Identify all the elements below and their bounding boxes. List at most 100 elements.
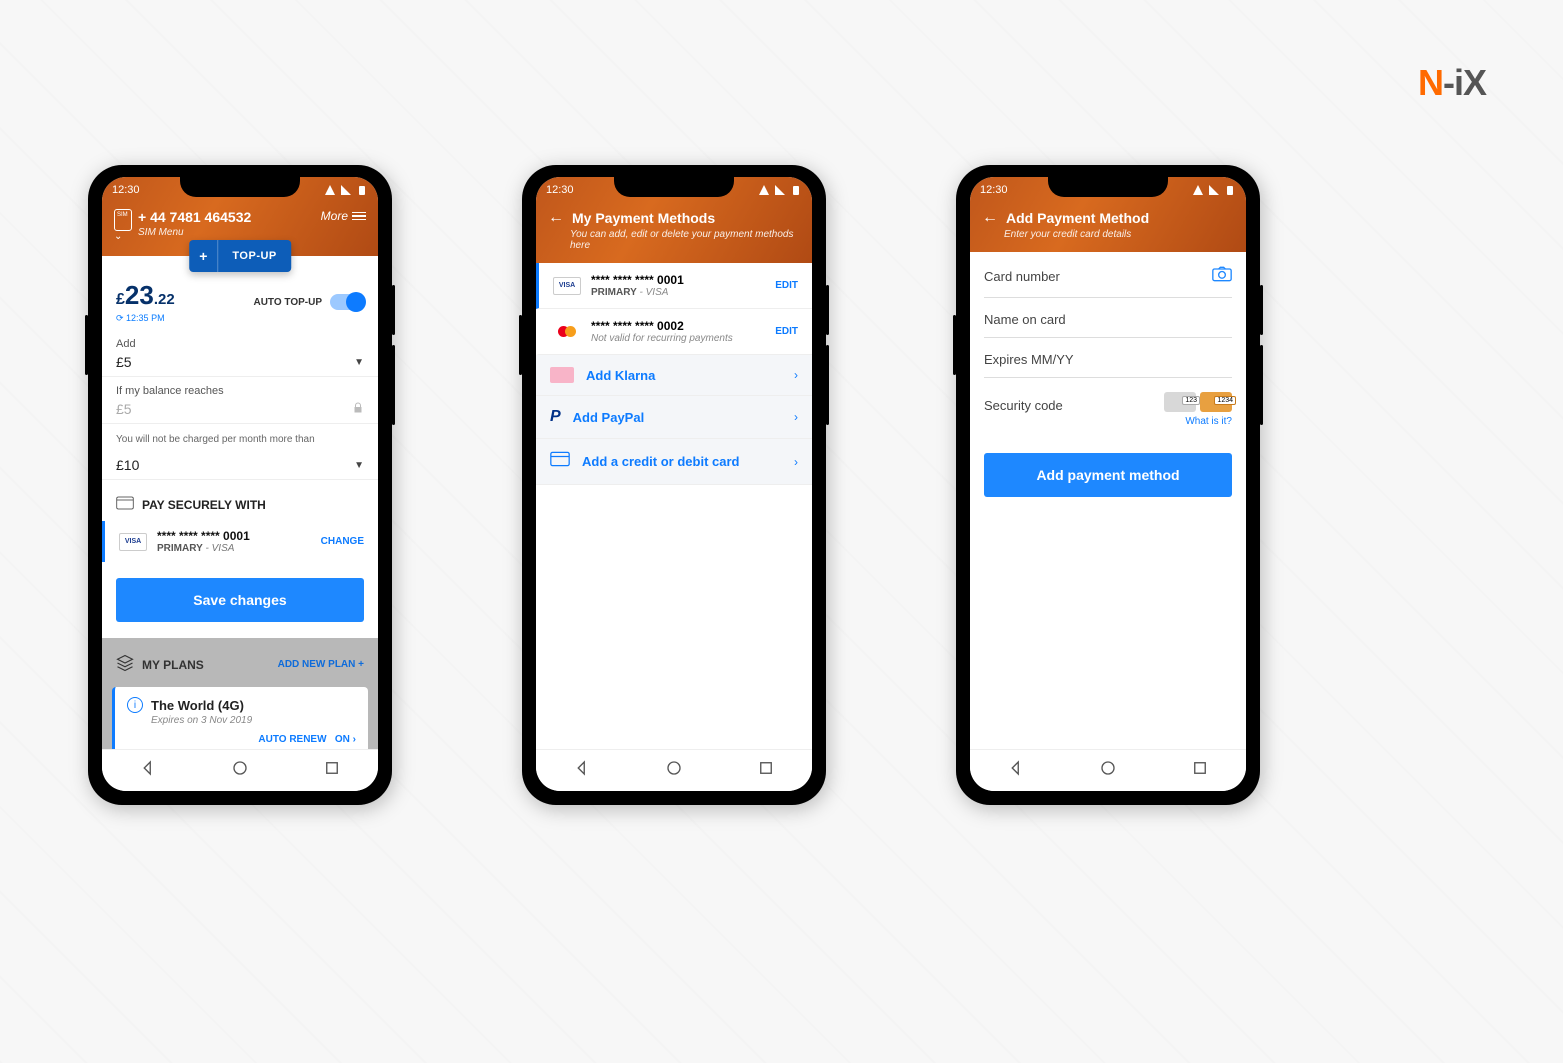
what-is-it-link[interactable]: What is it? <box>1164 416 1232 427</box>
credit-card-icon <box>550 451 570 472</box>
cap-note: You will not be charged per month more t… <box>102 424 378 445</box>
nav-back-button[interactable] <box>1007 759 1025 782</box>
phone-mockup-2: 12:30 ← My Payment Methods You can add, … <box>522 165 826 805</box>
device-notch <box>614 177 734 197</box>
status-time: 12:30 <box>980 184 1008 196</box>
field-label: If my balance reaches <box>116 385 364 397</box>
android-navbar <box>102 749 378 791</box>
android-navbar <box>536 749 812 791</box>
camera-icon[interactable] <box>1212 266 1232 287</box>
change-card-link[interactable]: CHANGE <box>321 536 364 547</box>
auto-renew-label: AUTO RENEW <box>258 734 326 745</box>
brand-logo: N-iX <box>1418 62 1486 104</box>
threshold-field: If my balance reaches £5 <box>102 377 378 424</box>
sim-icon[interactable]: ⌄ <box>114 209 132 242</box>
field-label: Add <box>116 338 364 350</box>
device-notch <box>180 177 300 197</box>
page-title: My Payment Methods <box>572 210 715 226</box>
status-icons <box>758 184 802 196</box>
field-label: Name on card <box>984 312 1066 327</box>
field-label: Security code <box>984 392 1063 413</box>
nav-home-button[interactable] <box>665 759 683 782</box>
page-subtitle: Enter your credit card details <box>1004 229 1234 240</box>
edit-card-link[interactable]: EDIT <box>775 326 798 337</box>
status-icons <box>1192 184 1236 196</box>
edit-card-link[interactable]: EDIT <box>775 280 798 291</box>
device-notch <box>1048 177 1168 197</box>
card-number-field[interactable]: Card number <box>984 252 1232 298</box>
add-amount-field[interactable]: Add £5 ▼ <box>102 330 378 377</box>
expires-field[interactable]: Expires MM/YY <box>984 338 1232 378</box>
balance-amount: £23.22 <box>116 280 175 311</box>
status-time: 12:30 <box>112 184 140 196</box>
add-payment-method-button[interactable]: Add payment method <box>984 453 1232 497</box>
wallet-icon <box>116 496 134 513</box>
security-code-illustration: 123 1234 <box>1164 392 1232 412</box>
nav-home-button[interactable] <box>1099 759 1117 782</box>
save-changes-button[interactable]: Save changes <box>116 578 364 622</box>
field-value: £5 <box>116 354 132 370</box>
auto-topup-label: AUTO TOP-UP <box>253 297 322 308</box>
more-menu[interactable]: More <box>321 209 366 223</box>
topup-label: TOP-UP <box>218 242 290 270</box>
add-klarna-item[interactable]: Add Klarna › <box>536 355 812 396</box>
field-label: Card number <box>984 269 1060 284</box>
auto-renew-state[interactable]: ON › <box>335 734 356 745</box>
klarna-icon <box>550 367 574 383</box>
paypal-icon: P <box>550 408 561 426</box>
pay-with-heading: PAY SECURELY WITH <box>102 480 378 521</box>
nav-recent-button[interactable] <box>757 759 775 782</box>
status-time: 12:30 <box>546 184 574 196</box>
card-note: Not valid for recurring payments <box>591 333 765 344</box>
field-value: £5 <box>116 401 132 417</box>
caret-down-icon: ▼ <box>354 357 364 368</box>
payment-card-visa[interactable]: VISA **** **** **** 0001 PRIMARY - VISA … <box>536 263 812 309</box>
balance-refreshed[interactable]: ⟳ 12:35 PM <box>116 313 175 324</box>
auto-topup-toggle[interactable] <box>330 294 364 310</box>
add-new-plan-link[interactable]: ADD NEW PLAN + <box>278 659 364 670</box>
add-paypal-item[interactable]: P Add PayPal › <box>536 396 812 439</box>
header-phone-number: + 44 7481 464532 <box>138 209 251 225</box>
item-label: Add a credit or debit card <box>582 454 782 469</box>
field-label: Expires MM/YY <box>984 352 1074 367</box>
stack-icon <box>116 654 134 675</box>
mastercard-icon <box>553 323 581 341</box>
back-arrow-icon[interactable]: ← <box>548 209 564 227</box>
plan-expires: Expires on 3 Nov 2019 <box>151 715 356 726</box>
nav-home-button[interactable] <box>231 759 249 782</box>
page-subtitle: You can add, edit or delete your payment… <box>570 229 800 251</box>
page-title: Add Payment Method <box>1006 210 1149 226</box>
chevron-right-icon: › <box>794 368 798 382</box>
plan-name: The World (4G) <box>151 698 244 713</box>
visa-icon: VISA <box>553 277 581 295</box>
chevron-down-icon: ⌄ <box>114 231 132 242</box>
nav-recent-button[interactable] <box>323 759 341 782</box>
payment-card-mastercard[interactable]: **** **** **** 0002 Not valid for recurr… <box>536 309 812 355</box>
add-credit-card-item[interactable]: Add a credit or debit card › <box>536 439 812 485</box>
card-number: **** **** **** 0001 <box>591 273 765 287</box>
nav-recent-button[interactable] <box>1191 759 1209 782</box>
security-code-field[interactable]: Security code 123 1234 What is it? <box>984 378 1232 437</box>
plus-icon: + <box>189 240 218 272</box>
status-icons <box>324 184 368 196</box>
info-icon[interactable]: i <box>127 697 143 713</box>
nav-back-button[interactable] <box>139 759 157 782</box>
item-label: Add Klarna <box>586 368 782 383</box>
field-value: £10 <box>116 457 139 473</box>
nav-back-button[interactable] <box>573 759 591 782</box>
chevron-right-icon: › <box>794 455 798 469</box>
my-plans-section: MY PLANS ADD NEW PLAN + i The World (4G)… <box>102 638 378 749</box>
name-on-card-field[interactable]: Name on card <box>984 298 1232 338</box>
chevron-right-icon: › <box>794 410 798 424</box>
more-label: More <box>321 209 348 223</box>
sim-menu-label[interactable]: SIM Menu <box>138 227 251 238</box>
phone-mockup-3: 12:30 ← Add Payment Method Enter your cr… <box>956 165 1260 805</box>
payment-card-row[interactable]: VISA **** **** **** 0001 PRIMARY - VISA … <box>102 521 378 562</box>
item-label: Add PayPal <box>573 410 782 425</box>
cap-field[interactable]: £10 ▼ <box>102 445 378 480</box>
visa-icon: VISA <box>119 533 147 551</box>
topup-button[interactable]: + TOP-UP <box>189 240 291 272</box>
plan-card[interactable]: i The World (4G) Expires on 3 Nov 2019 A… <box>112 687 368 749</box>
back-arrow-icon[interactable]: ← <box>982 209 998 227</box>
card-number: **** **** **** 0001 <box>157 529 311 543</box>
